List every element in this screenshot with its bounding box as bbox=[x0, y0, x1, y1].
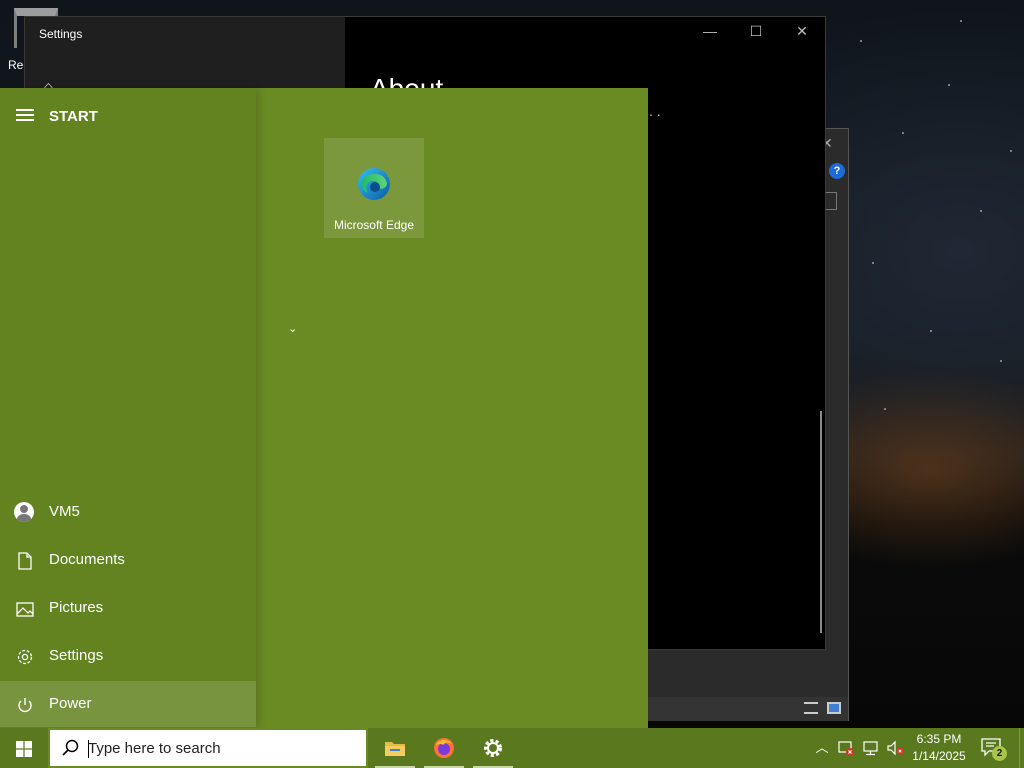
notification-count-badge: 2 bbox=[992, 746, 1007, 761]
rail-item-user-label: VM5 bbox=[49, 503, 80, 520]
rail-item-documents[interactable]: Documents bbox=[0, 537, 256, 583]
rail-item-power-label: Power bbox=[49, 695, 92, 712]
start-menu: START VM5 Documents Pictures Settings Po… bbox=[0, 88, 648, 728]
search-input[interactable] bbox=[88, 738, 358, 758]
hamburger-menu-icon[interactable] bbox=[16, 109, 34, 123]
rail-item-pictures-label: Pictures bbox=[49, 599, 104, 616]
network-icon[interactable] bbox=[861, 738, 881, 758]
gear-icon bbox=[484, 739, 502, 757]
taskbar-clock[interactable]: 6:35 PM 1/14/2025 bbox=[908, 731, 970, 765]
window-title: Settings bbox=[39, 27, 83, 41]
search-icon bbox=[62, 739, 79, 756]
preview-view-icon[interactable] bbox=[827, 702, 841, 714]
windows-logo-icon bbox=[16, 741, 32, 757]
start-button[interactable] bbox=[0, 728, 48, 768]
rail-item-pictures[interactable]: Pictures bbox=[0, 585, 256, 631]
rail-item-user[interactable]: VM5 bbox=[0, 489, 256, 535]
clock-time: 6:35 PM bbox=[916, 732, 962, 746]
help-icon[interactable]: ? bbox=[829, 163, 845, 179]
action-center-button[interactable]: 2 bbox=[980, 736, 1008, 762]
tile-label: Microsoft Edge bbox=[333, 218, 415, 232]
tile-microsoft-edge[interactable]: Microsoft Edge bbox=[324, 138, 424, 238]
start-menu-header: START bbox=[49, 108, 98, 125]
document-icon bbox=[18, 552, 32, 570]
chevron-down-icon[interactable]: ⌄ bbox=[288, 322, 297, 335]
picture-icon bbox=[16, 602, 34, 617]
taskbar: ︿ 6:35 PM 1/14/2025 2 bbox=[0, 728, 1024, 768]
close-button[interactable]: ✕ bbox=[779, 23, 825, 40]
gear-icon bbox=[17, 649, 33, 665]
firefox-icon bbox=[434, 738, 454, 758]
text-caret bbox=[88, 740, 89, 758]
rail-item-settings-label: Settings bbox=[49, 647, 104, 664]
show-desktop-button[interactable] bbox=[1019, 728, 1024, 768]
details-view-icon[interactable] bbox=[804, 702, 818, 714]
taskbar-settings[interactable] bbox=[469, 728, 517, 768]
scrollbar[interactable] bbox=[820, 411, 822, 633]
volume-muted-icon[interactable] bbox=[885, 738, 905, 758]
maximize-button[interactable]: ☐ bbox=[733, 23, 779, 40]
taskbar-firefox[interactable] bbox=[420, 728, 468, 768]
ellipsis-text: . . bbox=[649, 103, 661, 119]
rail-item-settings[interactable]: Settings bbox=[0, 633, 256, 679]
edge-icon bbox=[358, 168, 390, 200]
power-icon bbox=[18, 698, 32, 713]
defender-warning-icon[interactable] bbox=[836, 738, 856, 758]
rail-item-documents-label: Documents bbox=[49, 551, 125, 568]
user-avatar-icon bbox=[14, 502, 36, 524]
folder-icon bbox=[385, 742, 405, 756]
minimize-button[interactable]: — bbox=[687, 23, 733, 39]
chevron-up-icon[interactable]: ︿ bbox=[812, 738, 832, 758]
taskbar-search-box[interactable] bbox=[48, 728, 368, 768]
taskbar-file-explorer[interactable] bbox=[371, 728, 419, 768]
clock-date: 1/14/2025 bbox=[912, 749, 966, 763]
rail-item-power[interactable]: Power bbox=[0, 681, 256, 727]
start-rail bbox=[0, 88, 256, 728]
